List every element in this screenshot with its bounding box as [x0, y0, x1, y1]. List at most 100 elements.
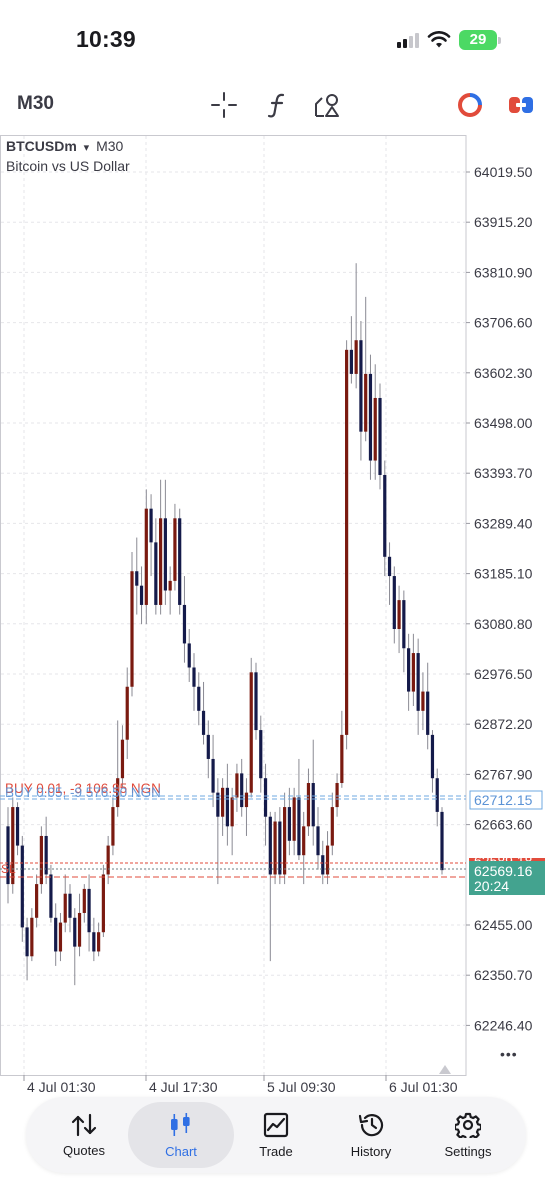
price-axis-label: 62350.70	[474, 967, 533, 983]
price-axis-label: 63706.60	[474, 315, 533, 331]
candle-bear	[359, 340, 363, 432]
candle-bear	[68, 893, 72, 918]
plot-frame	[0, 135, 467, 1076]
chart-symbol-header[interactable]: BTCUSDm ▾ M30	[6, 138, 123, 154]
symbol-description: Bitcoin vs US Dollar	[6, 158, 130, 174]
candle-bear	[20, 845, 24, 928]
tab-label-history: History	[350, 1143, 392, 1159]
candle-bear	[426, 691, 430, 735]
buy-position-label-2: BUY 0.05, -9 576.50 NGN	[5, 785, 161, 800]
time-axis-label: 4 Jul 17:30	[149, 1079, 218, 1095]
candle-bear	[182, 604, 187, 644]
candle-bull	[230, 797, 234, 827]
drawing-objects-icon[interactable]	[313, 90, 343, 120]
crosshair-icon[interactable]	[209, 90, 239, 120]
candle-bull	[144, 508, 148, 605]
tab-settings[interactable]: Settings	[418, 1097, 518, 1173]
cellular-signal-icon	[397, 32, 419, 48]
candle-bear	[187, 643, 191, 668]
bar-countdown-label: 20:24	[474, 878, 509, 894]
stop-loss-label: SL	[1, 862, 16, 876]
price-axis-label: 63810.90	[474, 264, 533, 280]
candle-bear	[263, 778, 268, 817]
tab-label-trade: Trade	[259, 1143, 293, 1159]
tab-history[interactable]: History	[321, 1097, 421, 1173]
candle-bull	[244, 792, 249, 808]
more-options-icon: •••	[500, 1046, 518, 1062]
candle-bear	[278, 821, 282, 875]
price-axis-label: 62663.60	[474, 817, 533, 833]
candle-bull	[159, 518, 163, 605]
candle-bear	[407, 648, 411, 692]
candle-bear	[73, 917, 77, 947]
tab-quotes[interactable]: Quotes	[34, 1097, 134, 1173]
candle-bull	[101, 874, 105, 933]
price-chart[interactable]: 64019.50 63915.20 63810.90 63706.60 63602.30…	[0, 135, 553, 1095]
candle-bull	[235, 773, 239, 798]
chevron-down-icon: ▾	[83, 142, 90, 154]
candle-bull	[82, 888, 86, 913]
color-ring-icon[interactable]	[455, 90, 485, 120]
candle-bull	[292, 797, 296, 841]
timeframe-selector[interactable]: M30	[17, 93, 54, 115]
candle-bull	[345, 349, 349, 735]
candle-bear	[416, 653, 420, 711]
price-axis-label: 62767.90	[474, 766, 533, 782]
symbol-name: BTCUSDm	[6, 138, 77, 154]
gear-icon	[455, 1112, 481, 1138]
status-time: 10:39	[76, 26, 136, 52]
candle-bull	[97, 932, 101, 952]
candle-bear	[87, 888, 91, 933]
candle-bear	[178, 518, 182, 605]
candle-bear	[321, 855, 325, 875]
candle-bear	[15, 807, 20, 846]
candle-bull	[249, 672, 253, 793]
candle-bull	[373, 397, 377, 461]
candle-bull	[173, 518, 177, 581]
trade-toggle-icon[interactable]	[506, 90, 536, 120]
candle-bull	[302, 826, 306, 856]
candle-bear	[154, 542, 158, 605]
price-axis-label: 63602.30	[474, 365, 533, 381]
candle-bear	[387, 556, 392, 577]
candle-bull	[411, 653, 415, 692]
tab-trade[interactable]: Trade	[226, 1097, 326, 1173]
candle-bull	[30, 917, 34, 957]
candle-bear	[287, 807, 291, 841]
time-axis-label: 5 Jul 09:30	[267, 1079, 336, 1095]
battery-level: 29	[459, 30, 497, 50]
candle-bear	[349, 349, 353, 374]
price-axis-label: 63915.20	[474, 214, 533, 230]
price-axis-label: 63498.00	[474, 415, 533, 431]
candle-bull	[77, 912, 82, 947]
candle-bear	[368, 373, 373, 461]
candle-bull	[35, 884, 39, 918]
price-axis-label: 63185.10	[474, 566, 533, 582]
status-icons: 29	[397, 30, 501, 50]
indicators-function-icon[interactable]	[262, 90, 292, 120]
candle-bear	[378, 397, 382, 475]
current-price-label: 62569.16	[474, 863, 533, 879]
trade-graph-icon	[263, 1112, 289, 1137]
price-axis-label: 63080.80	[474, 616, 533, 632]
candle-bull	[106, 845, 110, 875]
candle-bear	[206, 734, 210, 759]
candle-bull	[335, 783, 339, 808]
candle-bear	[316, 826, 320, 856]
candle-bull	[325, 845, 330, 875]
candle-bear	[25, 927, 29, 957]
candle-bear	[297, 797, 301, 856]
candle-bear	[49, 874, 53, 918]
candle-bear	[163, 518, 167, 591]
candle-bear	[201, 710, 206, 735]
tab-chart[interactable]: Chart	[131, 1097, 231, 1173]
candle-bull	[130, 571, 134, 687]
candle-bear	[259, 730, 263, 779]
buy-price-tag-label: 62712.15	[474, 792, 533, 808]
candlestick-icon	[171, 1112, 190, 1136]
tab-label-settings: Settings	[444, 1143, 492, 1159]
candle-bull	[120, 739, 125, 779]
price-axis-label: 62872.20	[474, 716, 533, 732]
candle-bear	[240, 773, 244, 808]
candle-bull	[421, 691, 425, 711]
